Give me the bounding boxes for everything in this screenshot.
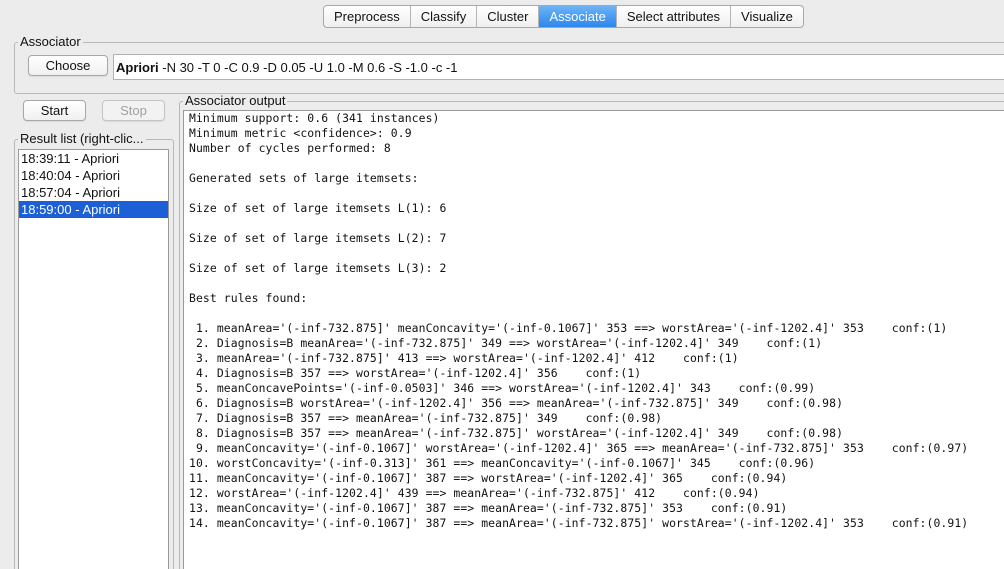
- associator-config-field[interactable]: Apriori -N 30 -T 0 -C 0.9 -D 0.05 -U 1.0…: [113, 54, 1004, 80]
- output-lines: Minimum support: 0.6 (341 instances) Min…: [189, 111, 968, 531]
- rule-line: 13. meanConcavity='(-inf-0.1067]' 387 ==…: [189, 501, 788, 515]
- output-line: Minimum metric <confidence>: 0.9: [189, 126, 412, 140]
- panel-tab-bar: Preprocess Classify Cluster Associate Se…: [323, 5, 804, 28]
- associator-panel-title: Associator: [18, 34, 83, 49]
- rule-line: 8. Diagnosis=B 357 ==> meanArea='(-inf-7…: [189, 426, 844, 440]
- tab-classify[interactable]: Classify: [411, 6, 478, 27]
- rule-line: 9. meanConcavity='(-inf-0.1067]' worstAr…: [189, 441, 969, 455]
- start-button[interactable]: Start: [23, 100, 86, 121]
- result-list[interactable]: 18:39:11 - Apriori 18:40:04 - Apriori 18…: [18, 149, 169, 569]
- rule-line: 1. meanArea='(-inf-732.875]' meanConcavi…: [189, 321, 948, 335]
- output-line: Best rules found:: [189, 291, 308, 305]
- rule-line: 11. meanConcavity='(-inf-0.1067]' 387 ==…: [189, 471, 788, 485]
- algorithm-name: Apriori: [116, 60, 159, 75]
- tab-cluster[interactable]: Cluster: [477, 6, 540, 27]
- choose-button[interactable]: Choose: [28, 55, 108, 76]
- tab-select-attributes[interactable]: Select attributes: [617, 6, 732, 27]
- rule-line: 2. Diagnosis=B meanArea='(-inf-732.875]'…: [189, 336, 823, 350]
- weka-explorer-window: Preprocess Classify Cluster Associate Se…: [0, 0, 1004, 569]
- algorithm-options: -N 30 -T 0 -C 0.9 -D 0.05 -U 1.0 -M 0.6 …: [162, 60, 458, 75]
- result-list-item[interactable]: 18:57:04 - Apriori: [19, 184, 168, 201]
- result-list-item-selected[interactable]: 18:59:00 - Apriori: [19, 201, 168, 218]
- stop-button[interactable]: Stop: [102, 100, 165, 121]
- rule-line: 3. meanArea='(-inf-732.875]' 413 ==> wor…: [189, 351, 739, 365]
- tab-preprocess[interactable]: Preprocess: [324, 6, 411, 27]
- output-line: Size of set of large itemsets L(3): 2: [189, 261, 447, 275]
- result-list-item[interactable]: 18:40:04 - Apriori: [19, 167, 168, 184]
- rule-line: 6. Diagnosis=B worstArea='(-inf-1202.4]'…: [189, 396, 844, 410]
- rule-line: 10. worstConcavity='(-inf-0.313]' 361 ==…: [189, 456, 816, 470]
- associator-output-text[interactable]: Minimum support: 0.6 (341 instances) Min…: [183, 110, 1004, 569]
- tab-visualize[interactable]: Visualize: [731, 6, 803, 27]
- associator-output-title: Associator output: [183, 93, 288, 108]
- output-line: Minimum support: 0.6 (341 instances): [189, 111, 440, 125]
- rule-line: 4. Diagnosis=B 357 ==> worstArea='(-inf-…: [189, 366, 642, 380]
- output-line: Number of cycles performed: 8: [189, 141, 391, 155]
- result-list-title: Result list (right-clic...: [18, 131, 146, 146]
- rule-line: 7. Diagnosis=B 357 ==> meanArea='(-inf-7…: [189, 411, 663, 425]
- tab-associate[interactable]: Associate: [539, 6, 617, 27]
- output-line: Size of set of large itemsets L(2): 7: [189, 231, 447, 245]
- output-line: Generated sets of large itemsets:: [189, 171, 419, 185]
- result-list-item[interactable]: 18:39:11 - Apriori: [19, 150, 168, 167]
- rule-line: 12. worstArea='(-inf-1202.4]' 439 ==> me…: [189, 486, 760, 500]
- output-line: Size of set of large itemsets L(1): 6: [189, 201, 447, 215]
- rule-line: 5. meanConcavePoints='(-inf-0.0503]' 346…: [189, 381, 816, 395]
- rule-line: 14. meanConcavity='(-inf-0.1067]' 387 ==…: [189, 516, 969, 530]
